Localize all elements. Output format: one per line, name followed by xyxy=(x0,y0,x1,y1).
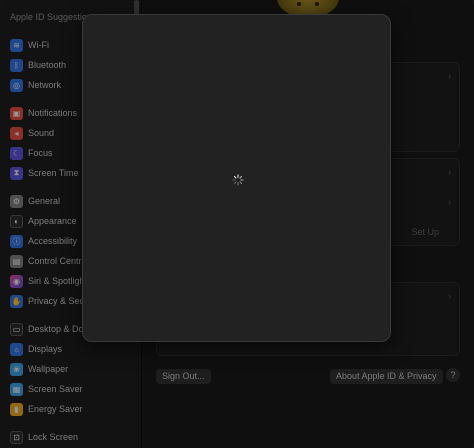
loading-sheet xyxy=(82,14,391,342)
system-settings-window: Apple ID Suggestions ≋ Wi-Fi ᛒ Bluetooth… xyxy=(0,0,474,448)
spinner-icon xyxy=(232,174,244,186)
